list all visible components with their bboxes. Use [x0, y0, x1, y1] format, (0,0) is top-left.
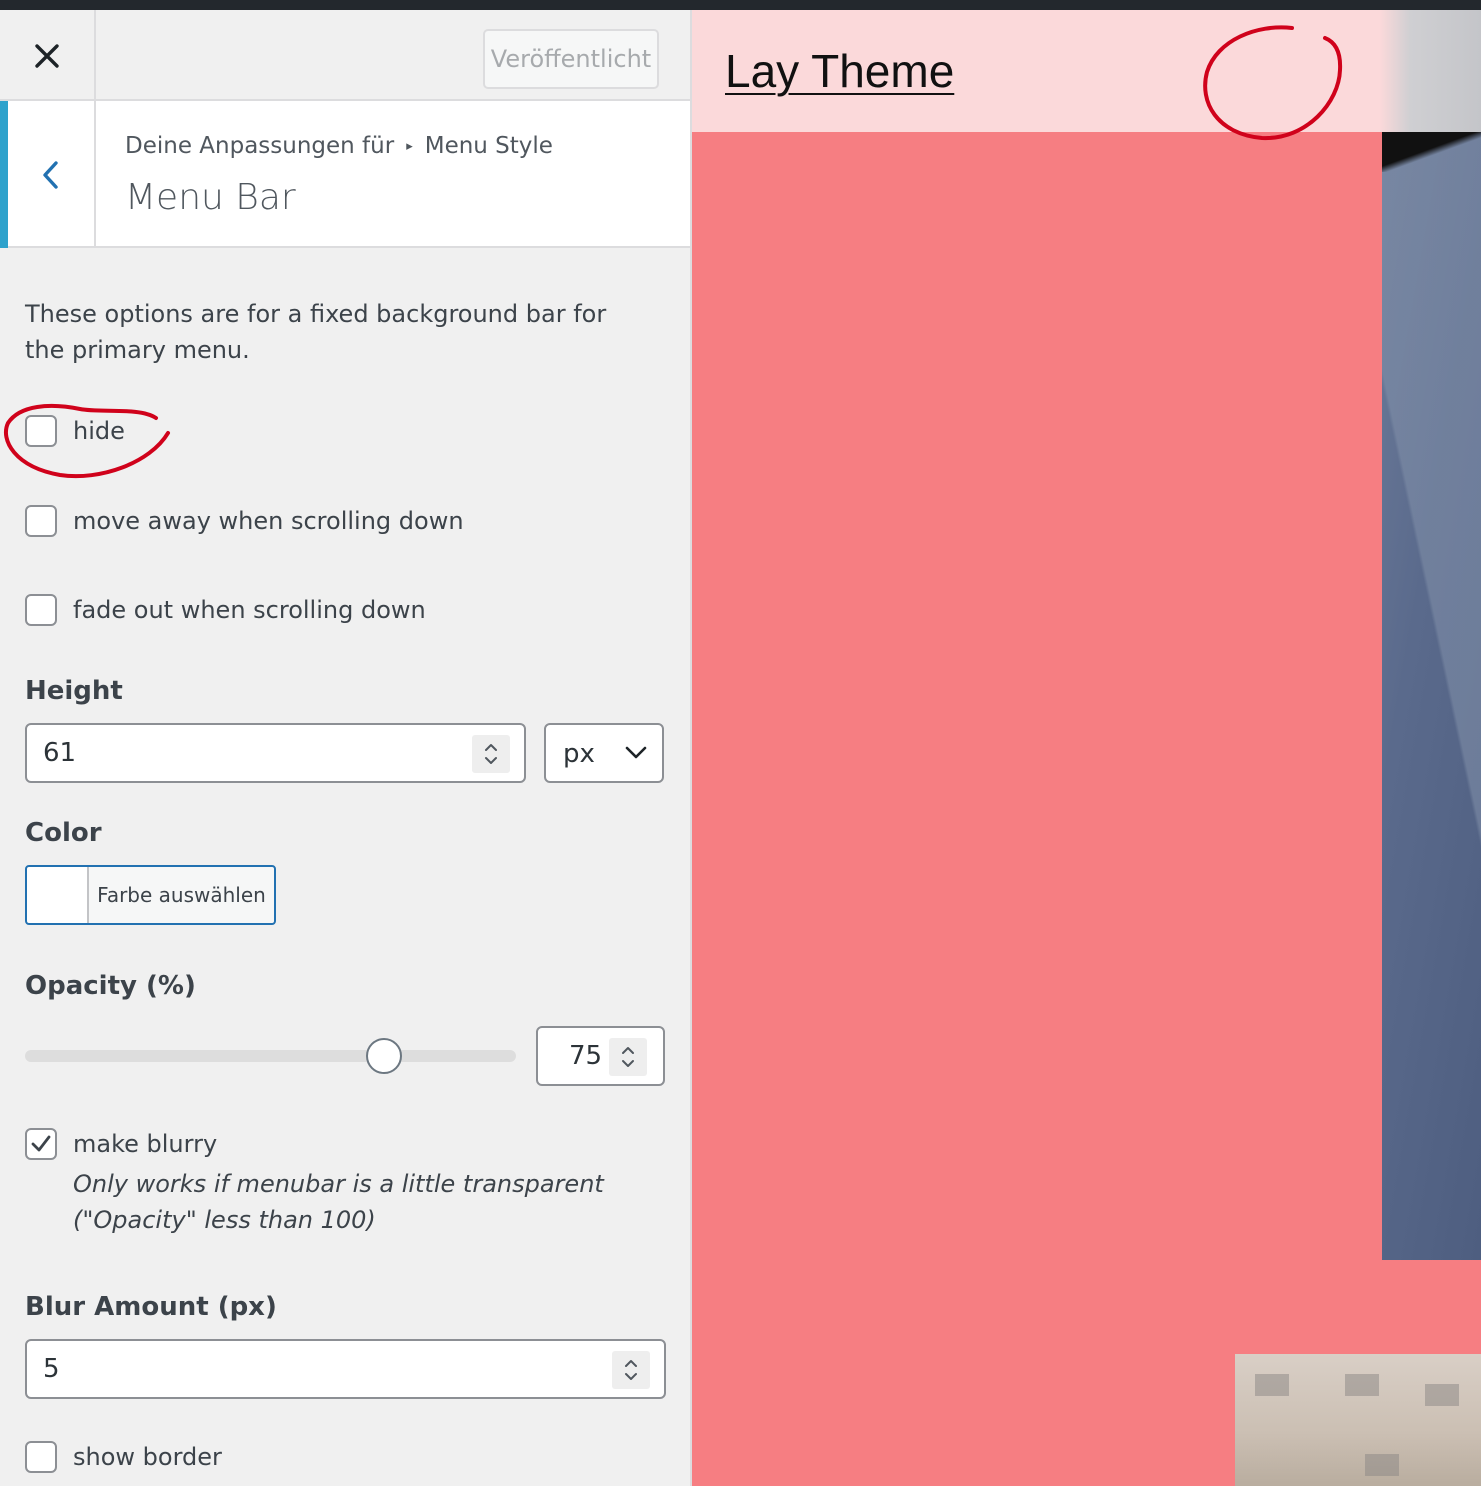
- opacity-slider-thumb[interactable]: [366, 1038, 402, 1074]
- hide-checkbox[interactable]: [25, 415, 57, 447]
- height-value: 61: [43, 738, 77, 768]
- preview-photo-building: [1235, 1354, 1481, 1486]
- make-blurry-checkbox-row[interactable]: make blurry: [25, 1128, 217, 1160]
- make-blurry-label: make blurry: [73, 1130, 218, 1158]
- opacity-title: Opacity (%): [25, 971, 196, 1001]
- close-button[interactable]: [0, 10, 96, 101]
- move-away-label: move away when scrolling down: [73, 507, 464, 535]
- hide-label: hide: [73, 417, 125, 445]
- breadcrumb: Deine Anpassungen für ▸ Menu Style: [125, 133, 553, 159]
- building-window: [1345, 1374, 1379, 1396]
- color-title: Color: [25, 818, 102, 848]
- browser-top-strip: [0, 0, 1481, 10]
- spinner-arrows-icon: [625, 1360, 637, 1380]
- section-description: These options are for a fixed background…: [25, 300, 607, 364]
- show-border-checkbox-row[interactable]: show border: [25, 1441, 222, 1473]
- section-header: Deine Anpassungen für ▸ Menu Style Menu Ba…: [0, 101, 690, 248]
- building-window: [1255, 1374, 1289, 1396]
- building-window: [1365, 1454, 1399, 1476]
- site-preview: Lay Theme: [692, 10, 1481, 1486]
- preview-photo-shadow: [1382, 132, 1481, 172]
- show-border-label: show border: [73, 1443, 222, 1471]
- height-spinner[interactable]: [472, 735, 510, 773]
- spinner-arrows-icon: [485, 744, 497, 764]
- fade-out-label: fade out when scrolling down: [73, 596, 426, 624]
- color-picker-button[interactable]: Farbe auswählen: [25, 865, 276, 925]
- opacity-spinner[interactable]: [609, 1038, 647, 1076]
- breadcrumb-parent: Deine Anpassungen für: [125, 133, 395, 159]
- move-away-checkbox-row[interactable]: move away when scrolling down: [25, 505, 464, 537]
- preview-menu-bar-blur: [1380, 10, 1481, 132]
- move-away-checkbox[interactable]: [25, 505, 57, 537]
- building-window: [1425, 1384, 1459, 1406]
- chevron-down-icon: [625, 746, 647, 759]
- blur-amount-value: 5: [43, 1354, 60, 1384]
- breadcrumb-current: Menu Style: [424, 133, 553, 159]
- fade-out-checkbox[interactable]: [25, 594, 57, 626]
- publish-button[interactable]: Veröffentlicht: [483, 29, 659, 89]
- spinner-arrows-icon: [622, 1047, 634, 1067]
- breadcrumb-separator-icon: ▸: [406, 139, 413, 154]
- color-swatch: [27, 867, 89, 923]
- opacity-value: 75: [569, 1041, 603, 1071]
- color-picker-label: Farbe auswählen: [97, 883, 266, 907]
- back-button[interactable]: [8, 101, 96, 248]
- section-title: Menu Bar: [125, 177, 296, 218]
- preview-photo-highlight: [1382, 132, 1481, 1260]
- chevron-left-icon: [43, 160, 58, 189]
- section-accent-bar: [0, 101, 8, 248]
- hide-checkbox-row[interactable]: hide: [25, 415, 125, 447]
- opacity-slider-track[interactable]: [25, 1050, 516, 1062]
- make-blurry-hint: Only works if menubar is a little transp…: [73, 1166, 604, 1238]
- height-unit-select[interactable]: px: [544, 723, 664, 783]
- close-icon: [35, 43, 59, 68]
- make-blurry-hint-line-2: ("Opacity" less than 100): [73, 1206, 376, 1234]
- customizer-header: Veröffentlicht: [0, 10, 690, 101]
- blur-amount-input[interactable]: 5: [25, 1339, 666, 1399]
- show-border-checkbox[interactable]: [25, 1441, 57, 1473]
- blur-amount-title: Blur Amount (px): [25, 1292, 277, 1322]
- height-unit-value: px: [563, 739, 595, 769]
- height-input[interactable]: 61: [25, 723, 526, 783]
- make-blurry-hint-line-1: Only works if menubar is a little transp…: [73, 1170, 604, 1198]
- fade-out-checkbox-row[interactable]: fade out when scrolling down: [25, 594, 426, 626]
- customizer-sidebar: Veröffentlicht Deine Anpassungen für ▸ Men…: [0, 10, 690, 1486]
- checkmark-icon: [31, 1135, 51, 1152]
- blur-amount-spinner[interactable]: [612, 1351, 650, 1389]
- height-title: Height: [25, 676, 123, 706]
- opacity-input[interactable]: 75: [536, 1026, 665, 1086]
- make-blurry-checkbox[interactable]: [25, 1128, 57, 1160]
- site-title-link[interactable]: Lay Theme: [725, 44, 954, 98]
